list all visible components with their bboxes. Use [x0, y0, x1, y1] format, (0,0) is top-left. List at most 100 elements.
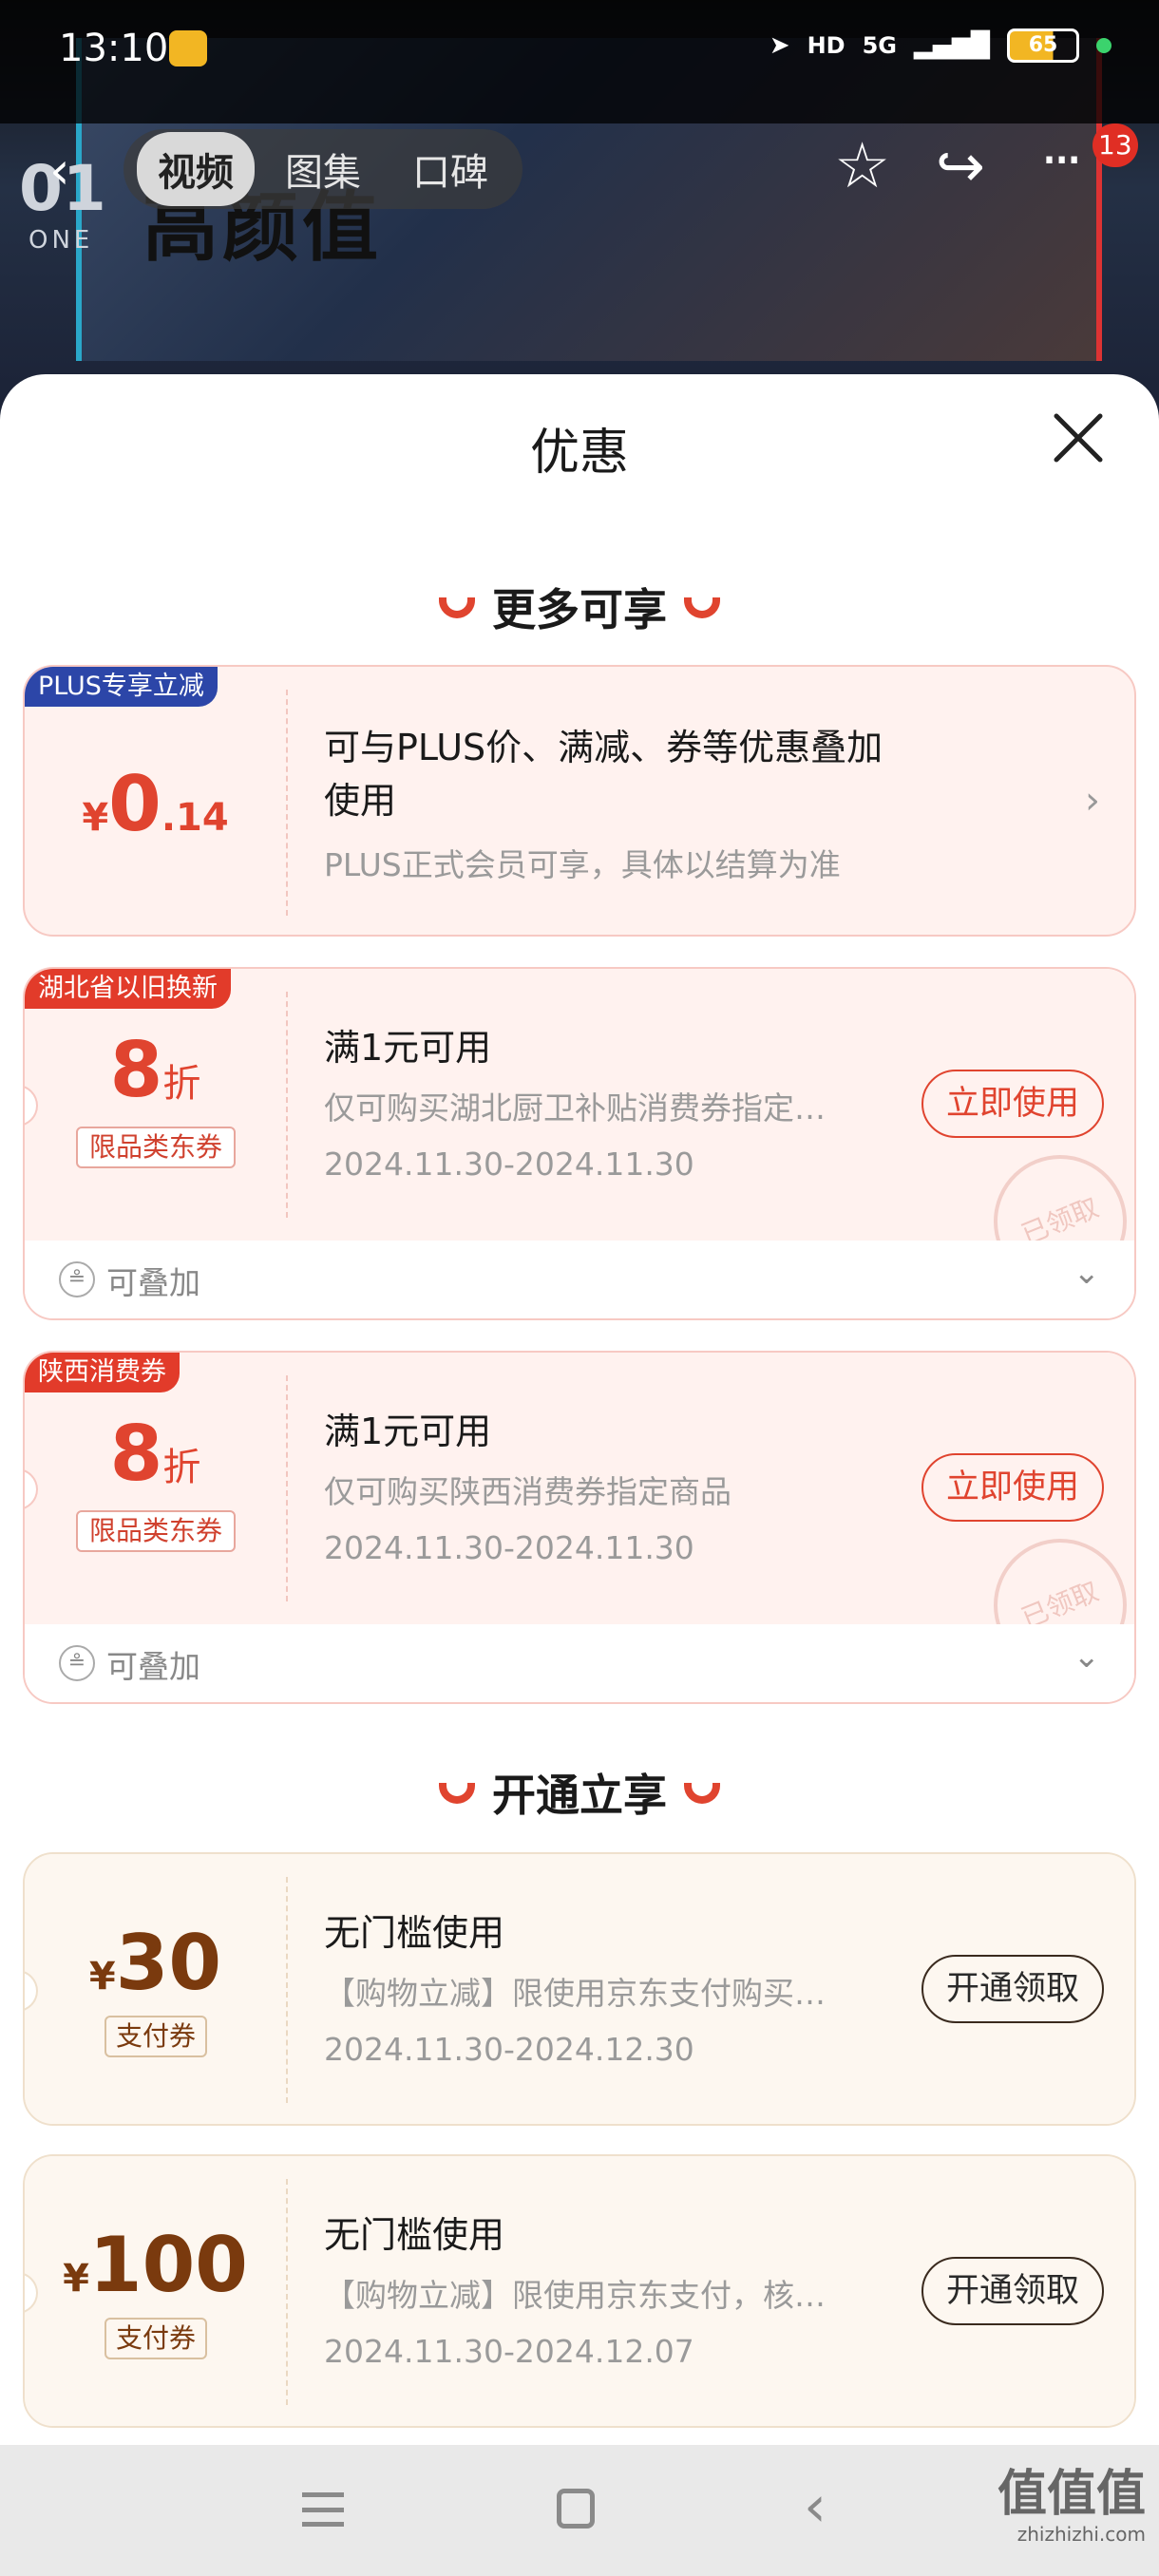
coupon-tag: 湖北省以旧换新 [25, 969, 231, 1009]
pay-coupon-subtag: 支付券 [104, 2318, 207, 2359]
coupon-discount: 8折 [25, 1410, 286, 1498]
coupon-card-hubei: 湖北省以旧换新 8折 限品类东券 满1元可用 仅可购买湖北厨卫补贴消费券指定… … [23, 967, 1136, 1320]
coupon-desc: 仅可购买湖北厨卫补贴消费券指定… [324, 1089, 826, 1127]
system-nav-bar: ‹ 值值值 zhizhizhi.com [0, 2445, 1159, 2576]
pay-coupon-title: 无门槛使用 [324, 1912, 505, 1954]
recent-apps-icon[interactable] [302, 2492, 344, 2527]
privacy-dot-icon [1096, 38, 1112, 53]
pay-coupon-amount: ¥100 [25, 2221, 286, 2309]
coupon-date: 2024.11.30-2024.11.30 [324, 1529, 694, 1566]
section-more-heading: 更多可享 [0, 576, 1159, 638]
yen-sign: ¥ [82, 796, 109, 840]
card-divider [286, 690, 288, 916]
stack-icon: ≗ [59, 1645, 95, 1681]
plus-amount: ¥0.14 [25, 760, 286, 848]
coupon-footer[interactable]: ≗ 可叠加 ⌄ [25, 1241, 1134, 1318]
plus-discount-card[interactable]: PLUS专享立减 ¥0.14 可与PLUS价、满减、券等优惠叠加 使用 PLUS… [23, 665, 1136, 937]
more-icon[interactable]: ··· [1040, 127, 1083, 194]
chevron-down-icon[interactable]: ⌄ [1074, 1254, 1101, 1292]
discount-sheet: 优惠 更多可享 PLUS专享立减 ¥0.14 可与PLUS价、满减、券等优惠叠加… [0, 374, 1159, 2445]
pay-coupon-date: 2024.11.30-2024.12.07 [324, 2333, 694, 2370]
open-claim-button[interactable]: 开通领取 [921, 1955, 1104, 2023]
section-open-heading: 开通立享 [0, 1761, 1159, 1824]
status-bar: 13:10 ➤ HD 5G ▂▄▆█ 65 [0, 0, 1159, 104]
amount-dec: .14 [161, 796, 229, 840]
pay-coupon-amount: ¥30 [25, 1919, 286, 2007]
section-more-label: 更多可享 [492, 584, 667, 635]
episode-word: ONE [28, 226, 94, 255]
sheet-title: 优惠 [529, 425, 629, 482]
use-now-button[interactable]: 立即使用 [921, 1070, 1104, 1138]
network-label: 5G [862, 32, 898, 59]
plus-title-line1: 可与PLUS价、满减、券等优惠叠加 [324, 727, 884, 768]
yen-sign: ¥ [63, 2257, 89, 2301]
nav-back-icon[interactable]: ‹ [804, 2473, 826, 2540]
coupon-desc: 仅可购买陕西消费券指定商品 [324, 1473, 732, 1510]
coupon-title: 满1元可用 [324, 1411, 492, 1452]
tab-video[interactable]: 视频 [137, 132, 255, 206]
close-icon[interactable] [1045, 405, 1112, 471]
chevron-right-icon[interactable]: › [1085, 779, 1100, 823]
coupon-title: 满1元可用 [324, 1027, 492, 1069]
pay-coupon-desc: 【购物立减】限使用京东支付，核… [324, 2277, 826, 2314]
discount-value: 8 [109, 1410, 163, 1498]
battery-icon: 65 [1007, 28, 1079, 63]
chevron-down-icon[interactable]: ⌄ [1074, 1638, 1101, 1676]
open-claim-button[interactable]: 开通领取 [921, 2257, 1104, 2325]
pay-coupon-card: ¥100 支付券 无门槛使用 【购物立减】限使用京东支付，核… 2024.11.… [23, 2154, 1136, 2428]
pay-coupon-card: ¥30 支付券 无门槛使用 【购物立减】限使用京东支付购买… 2024.11.3… [23, 1852, 1136, 2126]
product-top-nav: ‹ 视频 图集 口碑 ☆ ↪ ··· 13 [0, 123, 1159, 209]
favorite-star-icon[interactable]: ☆ [834, 129, 890, 202]
coupon-footer[interactable]: ≗ 可叠加 ⌄ [25, 1624, 1134, 1702]
stackable-label: 可叠加 [106, 1648, 200, 1685]
yen-sign: ¥ [88, 1955, 116, 1998]
app-notification-icon [169, 30, 207, 66]
smile-right-icon [684, 597, 720, 618]
coupon-card-shaanxi: 陕西消费券 8折 限品类东券 满1元可用 仅可购买陕西消费券指定商品 2024.… [23, 1351, 1136, 1704]
hd-icon: HD [807, 32, 846, 59]
coupon-date: 2024.11.30-2024.11.30 [324, 1146, 694, 1183]
card-divider [286, 1375, 288, 1601]
pay-coupon-subtag: 支付券 [104, 2016, 207, 2057]
discount-value: 8 [109, 1026, 163, 1114]
smile-left-icon [439, 1782, 475, 1804]
amount-value: 30 [115, 1919, 222, 2007]
amount-int: 0 [108, 760, 162, 848]
pay-coupon-desc: 【购物立减】限使用京东支付购买… [324, 1975, 826, 2012]
plus-title-line2: 使用 [324, 780, 397, 822]
smile-left-icon [439, 597, 475, 618]
coupon-subtag: 限品类东券 [76, 1510, 236, 1552]
home-icon[interactable] [557, 2489, 595, 2529]
stack-icon: ≗ [59, 1261, 95, 1297]
stackable-label: 可叠加 [106, 1264, 200, 1301]
coupon-subtag: 限品类东券 [76, 1127, 236, 1168]
pay-coupon-date: 2024.11.30-2024.12.30 [324, 2031, 694, 2068]
use-now-button[interactable]: 立即使用 [921, 1453, 1104, 1522]
watermark: 值值值 zhizhizhi.com [998, 2466, 1146, 2546]
share-icon[interactable]: ↪ [936, 131, 985, 200]
discount-unit: 折 [162, 1062, 201, 1106]
location-icon: ➤ [769, 31, 790, 60]
coupon-discount: 8折 [25, 1026, 286, 1114]
card-divider [286, 2179, 288, 2405]
pay-coupon-title: 无门槛使用 [324, 2214, 505, 2256]
watermark-url: zhizhizhi.com [1016, 2523, 1146, 2546]
section-open-label: 开通立享 [492, 1770, 667, 1821]
card-divider [286, 1877, 288, 2103]
message-badge: 13 [1092, 123, 1138, 167]
coupon-tag: 陕西消费券 [25, 1353, 180, 1392]
media-tabs: 视频 图集 口碑 [124, 129, 522, 209]
status-time: 13:10 [59, 27, 169, 70]
tab-gallery[interactable]: 图集 [264, 132, 382, 206]
watermark-logo: 值值值 [997, 2466, 1146, 2523]
card-divider [286, 992, 288, 1218]
tab-reviews[interactable]: 口碑 [391, 132, 509, 206]
signal-icon: ▂▄▆█ [914, 31, 990, 60]
status-icons: ➤ HD 5G ▂▄▆█ 65 [770, 28, 1112, 63]
amount-value: 100 [88, 2221, 248, 2309]
back-icon[interactable]: ‹ [49, 141, 70, 200]
smile-right-icon [684, 1782, 720, 1804]
discount-unit: 折 [162, 1446, 201, 1489]
plus-desc: PLUS正式会员可享，具体以结算为准 [324, 846, 841, 883]
plus-tag: PLUS专享立减 [25, 667, 218, 707]
